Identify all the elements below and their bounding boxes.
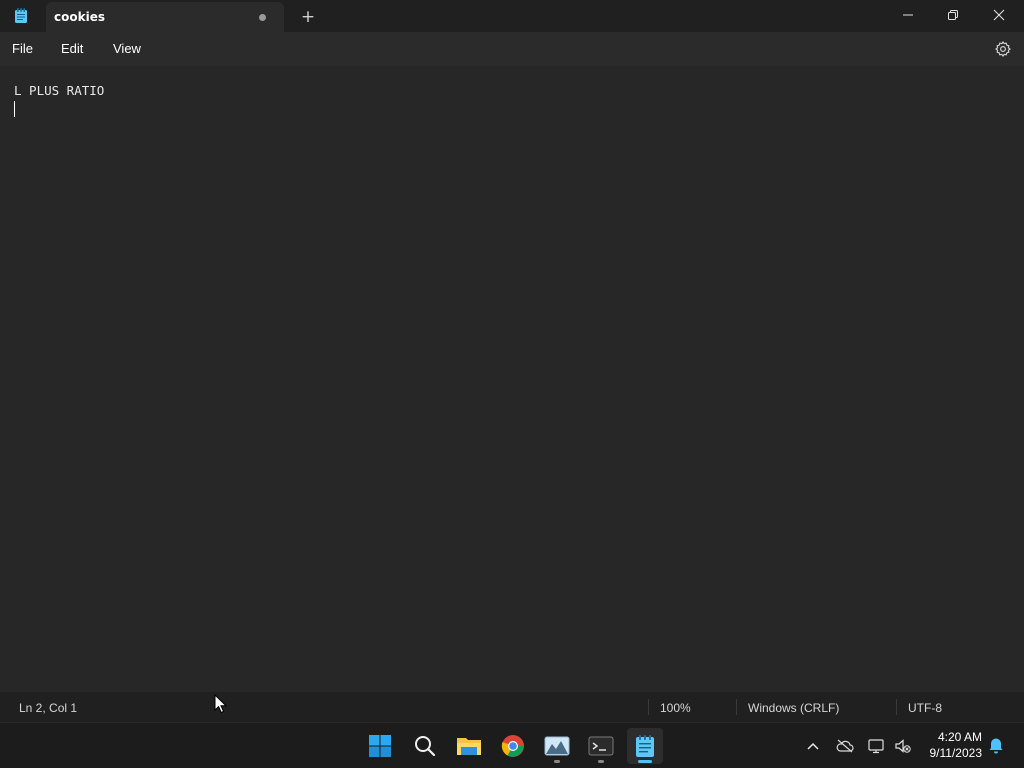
onedrive-tray-button[interactable] xyxy=(835,736,855,756)
network-tray-button[interactable] xyxy=(867,736,887,756)
windows-start-icon xyxy=(369,735,391,757)
taskbar-search-button[interactable] xyxy=(407,728,443,764)
menu-edit[interactable]: Edit xyxy=(61,41,83,56)
running-indicator xyxy=(598,760,604,763)
mouse-pointer xyxy=(214,693,228,714)
taskbar: 4:20 AM 9/11/2023 xyxy=(0,722,1024,768)
search-icon xyxy=(415,736,436,757)
taskbar-notepad[interactable] xyxy=(627,728,663,764)
line-ending[interactable]: Windows (CRLF) xyxy=(748,701,839,715)
clock-date: 9/11/2023 xyxy=(929,746,983,760)
chrome-icon xyxy=(501,735,524,757)
minimize-button[interactable] xyxy=(885,0,931,30)
cloud-offline-icon xyxy=(836,739,854,753)
document-tab[interactable]: cookies xyxy=(46,2,284,32)
clock-time: 4:20 AM xyxy=(937,730,982,744)
bell-icon xyxy=(989,738,1003,754)
editor-line-1[interactable]: L PLUS RATIO xyxy=(14,83,104,98)
terminal-icon xyxy=(588,736,614,756)
zoom-level[interactable]: 100% xyxy=(660,701,691,715)
active-indicator xyxy=(638,760,652,763)
chevron-up-icon xyxy=(807,742,819,750)
menu-file[interactable]: File xyxy=(12,41,33,56)
close-icon xyxy=(993,9,1005,21)
title-bar: cookies + xyxy=(0,0,1024,32)
status-divider xyxy=(896,699,897,715)
taskbar-chrome[interactable] xyxy=(495,728,531,764)
new-tab-button[interactable]: + xyxy=(296,6,320,28)
volume-tray-button[interactable] xyxy=(893,736,913,756)
show-hidden-icons-button[interactable] xyxy=(803,736,823,756)
menu-view[interactable]: View xyxy=(113,41,141,56)
running-indicator xyxy=(554,760,560,763)
restore-icon xyxy=(948,10,958,20)
taskbar-photos[interactable] xyxy=(539,728,575,764)
tab-title: cookies xyxy=(54,10,105,24)
notepad-icon xyxy=(636,735,654,757)
start-button[interactable] xyxy=(362,728,398,764)
restore-button[interactable] xyxy=(930,0,976,30)
close-button[interactable] xyxy=(976,0,1022,30)
network-icon xyxy=(868,739,884,754)
text-editor[interactable]: L PLUS RATIO xyxy=(0,66,1024,692)
system-clock[interactable]: 4:20 AM 9/11/2023 xyxy=(918,729,983,761)
cursor-position: Ln 2, Col 1 xyxy=(19,701,78,715)
taskbar-file-explorer[interactable] xyxy=(451,728,487,764)
volume-muted-icon xyxy=(895,739,911,753)
notifications-button[interactable] xyxy=(986,736,1006,756)
minimize-icon xyxy=(903,14,913,16)
status-divider xyxy=(736,699,737,715)
status-divider xyxy=(648,699,649,715)
menu-bar: File Edit View xyxy=(0,32,1024,66)
encoding[interactable]: UTF-8 xyxy=(908,701,942,715)
status-bar: Ln 2, Col 1 100% Windows (CRLF) UTF-8 xyxy=(0,692,1024,722)
settings-gear-icon[interactable] xyxy=(994,40,1012,58)
notepad-app-icon xyxy=(14,8,28,24)
photos-icon xyxy=(544,736,570,756)
unsaved-dot-icon[interactable] xyxy=(259,14,266,21)
file-explorer-icon xyxy=(457,738,481,755)
text-caret xyxy=(14,101,15,117)
taskbar-terminal[interactable] xyxy=(583,728,619,764)
